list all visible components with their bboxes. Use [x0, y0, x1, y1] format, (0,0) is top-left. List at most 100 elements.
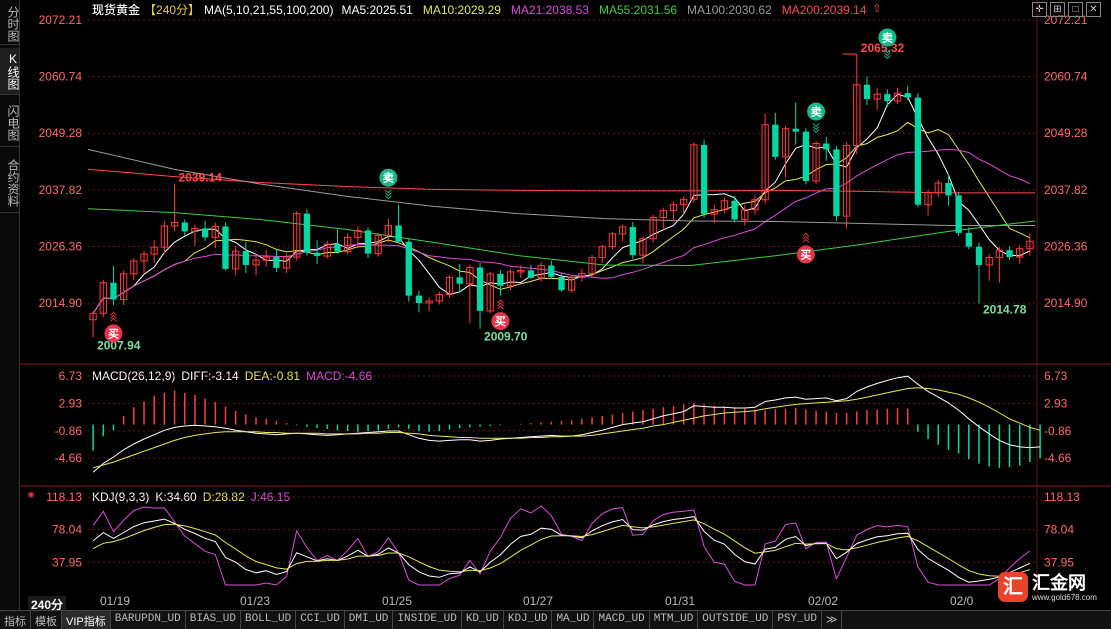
ma-value-4: MA100:2030.62	[687, 3, 772, 17]
candle-body-down	[802, 131, 810, 182]
macd-dea-line	[92, 387, 1041, 469]
candle-body-down	[558, 276, 565, 291]
indicator-tab-dmi-ud[interactable]: DMI_UD	[345, 611, 394, 629]
indicator-tab-cci-ud[interactable]: CCI_UD	[296, 611, 345, 629]
candle-body-down	[833, 149, 840, 217]
sell-marker-1-label: 卖	[383, 171, 394, 185]
candle-body-down	[476, 267, 484, 311]
kdj-tick-left: 118.13	[46, 490, 82, 504]
maximize-icon[interactable]: □	[1068, 2, 1083, 17]
indicator-tab-[interactable]: 模板	[31, 611, 62, 629]
annotation-low-c: 2014.78	[983, 303, 1027, 317]
indicator-tab-boll-ud[interactable]: BOLL_UD	[241, 611, 297, 629]
kdj-title: KDJ(9,3,3)	[92, 490, 149, 504]
candle-body-down	[731, 200, 738, 220]
candle-body-down	[629, 226, 636, 256]
candle-body-down	[110, 282, 117, 300]
candle-body-down	[222, 226, 229, 269]
sell-marker-2-arrow	[812, 123, 820, 128]
buy-marker-2-arrow	[497, 305, 504, 310]
more-tabs-button[interactable]: ≫	[822, 611, 843, 629]
candle-body-down	[965, 232, 972, 247]
macd-tick-left: -0.86	[55, 424, 83, 438]
nav-tab-timeshare[interactable]: 分时图	[0, 4, 20, 45]
indicator-tab-outside-ud[interactable]: OUTSIDE_UD	[698, 611, 774, 629]
kline-chart[interactable]: 现货黄金现货黄金 【240分】 MA(5,10,21,55,100,200) MA5…	[20, 0, 1111, 592]
date-label: 01/19	[100, 594, 131, 608]
price-tick-right: 2049.28	[1044, 126, 1088, 140]
indicator-tab-bias-ud[interactable]: BIAS_UD	[186, 611, 241, 629]
kdj-tick-right: 118.13	[1044, 490, 1080, 504]
macd-tick-left: -4.66	[55, 451, 83, 465]
kdj-j-line	[92, 505, 1031, 586]
candle-body-down	[181, 222, 188, 232]
price-tick-right: 2037.82	[1044, 183, 1088, 197]
macd-tick-right: 2.93	[1044, 396, 1068, 410]
candle-body-down	[975, 246, 983, 265]
candle-body-down	[914, 97, 922, 205]
candle-body-down	[303, 213, 311, 253]
ma-value-1: MA10:2029.29	[423, 3, 501, 17]
kdj-tick-left: 37.95	[52, 555, 82, 569]
indicator-tab-bar: 指标 模板 VIP指标 BARUPDN_UD BIAS_UD BOLL_UD CCI_UD D…	[0, 610, 1111, 629]
indicator-tab-mtm-ud[interactable]: MTM_UD	[650, 611, 699, 629]
indicator-tab-kdj-ud[interactable]: KDJ_UD	[504, 611, 553, 629]
ma-value-5: MA200:2039.14	[782, 3, 867, 17]
ma-up-arrow-icon: ⇧	[873, 3, 882, 15]
macd-tick-left: 2.93	[59, 396, 83, 410]
instrument-name: 现货黄金	[92, 2, 140, 17]
candle-body-down	[313, 252, 321, 257]
buy-marker-2-label: 买	[495, 315, 506, 328]
candle-body-down	[201, 228, 209, 238]
ma-value-3: MA55:2031.56	[599, 3, 677, 17]
candle-body-down	[945, 182, 952, 196]
macd-tick-right: -0.86	[1044, 424, 1072, 438]
gold678-logo: 汇 汇金网 www.gold678.com	[998, 566, 1108, 608]
price-tick-right: 2014.90	[1044, 296, 1088, 310]
candles-group	[89, 54, 1034, 338]
expand-icon[interactable]: ⊞	[1050, 2, 1065, 17]
indicator-tab-barupdn-ud[interactable]: BARUPDN_UD	[111, 611, 186, 629]
kdj-k: K:34.60	[155, 490, 197, 504]
nav-tab-contract-info[interactable]: 合约资料	[0, 154, 20, 213]
ma-value-0: MA5:2025.51	[341, 3, 413, 17]
date-label: 01/31	[665, 594, 696, 608]
indicator-tab-[interactable]: 指标	[0, 611, 31, 629]
candle-body-down	[863, 84, 871, 100]
candle-body-down	[334, 244, 341, 252]
candle-body-down	[497, 273, 504, 286]
candle-body-down	[884, 94, 891, 102]
date-axis: 01/19 01/23 01/25 01/27 01/31 02/02 02/0	[20, 592, 1035, 610]
candle-body-down	[395, 225, 402, 242]
price-tick-right: 2060.74	[1044, 70, 1088, 84]
price-tick-left: 2026.36	[39, 239, 83, 253]
ma-params: MA(5,10,21,55,100,200)	[204, 3, 333, 17]
price-tick-left: 2072.21	[39, 13, 83, 27]
macd-tick-right: 6.73	[1044, 369, 1068, 383]
ma200-line	[87, 168, 1035, 194]
left-view-switcher: 分时图 K线图 闪电图 合约资料	[0, 0, 20, 610]
price-tick-left: 2014.90	[39, 296, 83, 310]
indicator-tab-inside-ud[interactable]: INSIDE_UD	[393, 611, 462, 629]
date-label: 02/0	[950, 594, 974, 608]
annotation-low-b: 2009.70	[484, 330, 528, 344]
candle-body-down	[700, 144, 708, 215]
ma55-line	[87, 208, 1036, 267]
date-label: 02/02	[808, 594, 839, 608]
nav-tab-flash[interactable]: 闪电图	[0, 100, 20, 147]
candle-body-down	[792, 128, 799, 132]
nav-tab-kline[interactable]: K线图	[0, 48, 20, 95]
indicator-tab-psy-ud[interactable]: PSY_UD	[773, 611, 822, 629]
candle-body-down	[772, 124, 779, 157]
buy-marker-3-arrow	[802, 238, 810, 243]
logo-mark: 汇	[998, 572, 1028, 602]
indicator-tab-vip[interactable]: VIP指标	[62, 611, 111, 629]
indicator-tab-kd-ud[interactable]: KD_UD	[462, 611, 504, 629]
crosshair-icon[interactable]: ✛	[1032, 2, 1047, 17]
candle-body-down	[904, 93, 911, 98]
close-icon[interactable]: ✕	[1086, 2, 1101, 17]
indicator-tab-macd-ud[interactable]: MACD_UD	[594, 611, 650, 629]
indicator-tab-ma-ud[interactable]: MA_UD	[552, 611, 595, 629]
macd-tick-left: 6.73	[59, 369, 83, 383]
kdj-tick-left: 78.04	[52, 523, 82, 537]
